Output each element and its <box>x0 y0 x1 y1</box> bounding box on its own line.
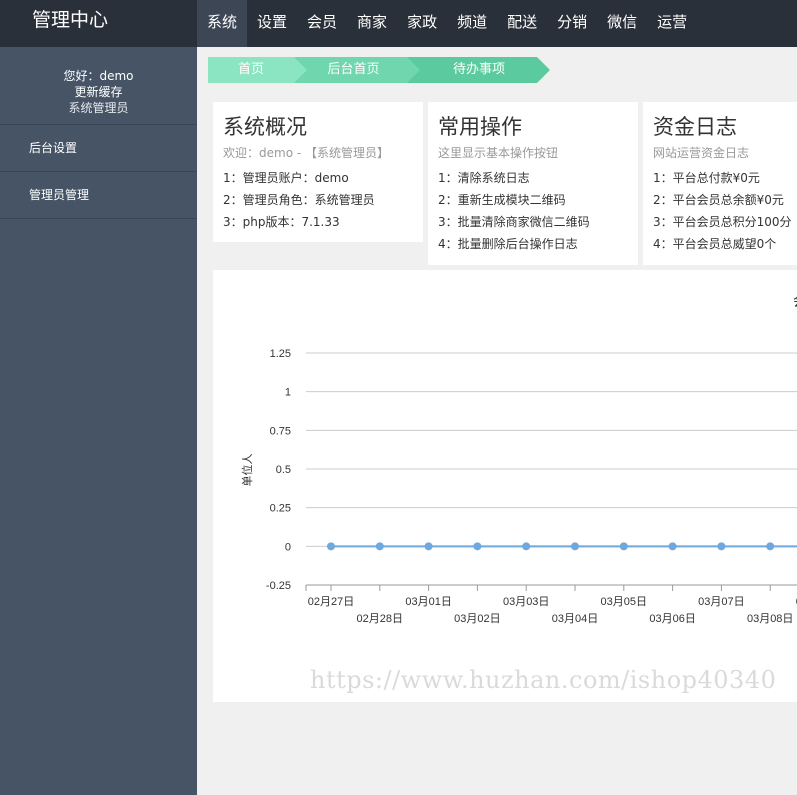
nav-item-members[interactable]: 会员 <box>297 0 347 47</box>
sidebar-item-admin-settings[interactable]: 后台设置 <box>0 125 197 172</box>
nav-item-wechat[interactable]: 微信 <box>597 0 647 47</box>
breadcrumb-arrow-icon <box>294 57 307 83</box>
x-tick-label: 03月04日 <box>552 613 598 625</box>
nav-item-operations[interactable]: 运营 <box>647 0 697 47</box>
card-line: 1：管理员账户：demo <box>223 171 349 185</box>
card-line: 2：平台会员总余额¥0元 <box>653 193 784 207</box>
chart-panel: 会1.2510.750.50.250-0.25单位人02月27日02月28日03… <box>213 270 797 702</box>
card-subtitle: 欢迎：demo - 【系统管理员】 <box>223 146 389 160</box>
card-title: 常用操作 <box>438 115 522 139</box>
x-tick-label: 03月03日 <box>503 596 549 608</box>
card-line: 2：管理员角色：系统管理员 <box>223 193 375 207</box>
y-tick-label: 1.25 <box>270 348 291 360</box>
x-tick-label: 03月01日 <box>405 596 451 608</box>
x-tick-label: 03月08日 <box>747 613 793 625</box>
x-tick-label: 03月02日 <box>454 613 500 625</box>
x-tick-label: 02月28日 <box>357 613 403 625</box>
card-line: 1：平台总付款¥0元 <box>653 171 760 185</box>
breadcrumb-arrow-icon <box>537 57 550 83</box>
chart-title: 会 <box>793 293 797 309</box>
breadcrumb-admin-home-label: 后台首页 <box>327 62 380 77</box>
series-point <box>522 542 531 551</box>
card-line: 3：平台会员总积分100分 <box>653 215 792 229</box>
series-point <box>717 542 726 551</box>
series-point <box>473 542 482 551</box>
funds-log-card: 资金日志 网站运营资金日志 1：平台总付款¥0元 2：平台会员总余额¥0元 3：… <box>643 102 797 265</box>
nav-item-housekeeping[interactable]: 家政 <box>397 0 447 47</box>
y-tick-label: -0.25 <box>266 580 291 592</box>
breadcrumb-arrow-icon <box>407 57 420 83</box>
clear-system-log-action[interactable]: 1：清除系统日志 <box>438 167 628 189</box>
top-bar: 管理中心 系统 设置 会员 商家 家政 频道 配送 分销 微信 运营 <box>0 0 797 47</box>
breadcrumb-admin-home[interactable]: 后台首页 <box>294 57 420 83</box>
clear-merchant-qrcode-action[interactable]: 3：批量清除商家微信二维码 <box>438 211 628 233</box>
series-point <box>571 542 579 551</box>
series-point <box>375 542 384 551</box>
x-tick-label: 03月06日 <box>649 613 695 625</box>
system-overview-card: 系统概况 欢迎：demo - 【系统管理员】 1：管理员账户：demo 2：管理… <box>213 102 423 242</box>
card-title: 资金日志 <box>653 115 737 139</box>
series-point <box>766 542 775 551</box>
watermark-text: https://www.huzhan.com/ishop40340 <box>310 666 777 694</box>
nav-item-distribution[interactable]: 分销 <box>547 0 597 47</box>
user-box: 您好：demo 更新缓存 系统管理员 <box>0 47 197 125</box>
series-point <box>327 542 335 551</box>
card-subtitle: 这里显示基本操作按钮 <box>438 146 559 160</box>
nav-item-delivery[interactable]: 配送 <box>497 0 547 47</box>
y-tick-label: 0.5 <box>276 464 291 476</box>
regenerate-qrcode-action[interactable]: 2：重新生成模块二维码 <box>438 189 628 211</box>
sidebar-item-admin-management[interactable]: 管理员管理 <box>0 172 197 219</box>
y-axis-label: 单位人 <box>240 454 254 487</box>
y-tick-label: 1 <box>285 387 291 399</box>
series-point <box>619 542 628 551</box>
user-role: 系统管理员 <box>68 101 129 115</box>
member-line-chart: 会1.2510.750.50.250-0.25单位人02月27日02月28日03… <box>240 293 797 625</box>
card-subtitle: 网站运营资金日志 <box>653 146 750 160</box>
card-title: 系统概况 <box>223 115 307 139</box>
delete-operation-log-action[interactable]: 4：批量删除后台操作日志 <box>438 233 628 255</box>
y-tick-label: 0.25 <box>270 503 291 515</box>
user-greeting: 您好：demo <box>63 69 134 83</box>
breadcrumb-todo-label: 待办事项 <box>452 62 505 77</box>
breadcrumb-todo[interactable]: 待办事项 <box>407 57 550 83</box>
series-point <box>668 542 677 551</box>
card-line: 3：php版本：7.1.33 <box>223 215 340 229</box>
y-tick-label: 0.75 <box>270 425 291 437</box>
refresh-cache-link[interactable]: 更新缓存 <box>0 84 197 100</box>
nav-item-system[interactable]: 系统 <box>197 0 248 47</box>
y-tick-label: 0 <box>285 541 291 553</box>
sidebar: 您好：demo 更新缓存 系统管理员 后台设置 管理员管理 <box>0 47 197 795</box>
card-line: 4：平台会员总威望0个 <box>653 237 777 251</box>
x-tick-label: 03月05日 <box>601 596 647 608</box>
breadcrumb-home-label: 首页 <box>237 62 264 77</box>
breadcrumb-home[interactable]: 首页 <box>208 57 307 83</box>
nav-item-settings[interactable]: 设置 <box>247 0 297 47</box>
x-tick-label: 03月07日 <box>698 596 744 608</box>
x-tick-label: 02月27日 <box>308 596 354 608</box>
nav-item-merchants[interactable]: 商家 <box>347 0 397 47</box>
nav-item-channels[interactable]: 频道 <box>447 0 497 47</box>
brand-title: 管理中心 <box>32 9 109 31</box>
main-nav: 系统 设置 会员 商家 家政 频道 配送 分销 微信 运营 <box>197 0 697 47</box>
common-operations-card: 常用操作 这里显示基本操作按钮 1：清除系统日志 2：重新生成模块二维码 3：批… <box>428 102 638 265</box>
series-point <box>424 542 433 551</box>
